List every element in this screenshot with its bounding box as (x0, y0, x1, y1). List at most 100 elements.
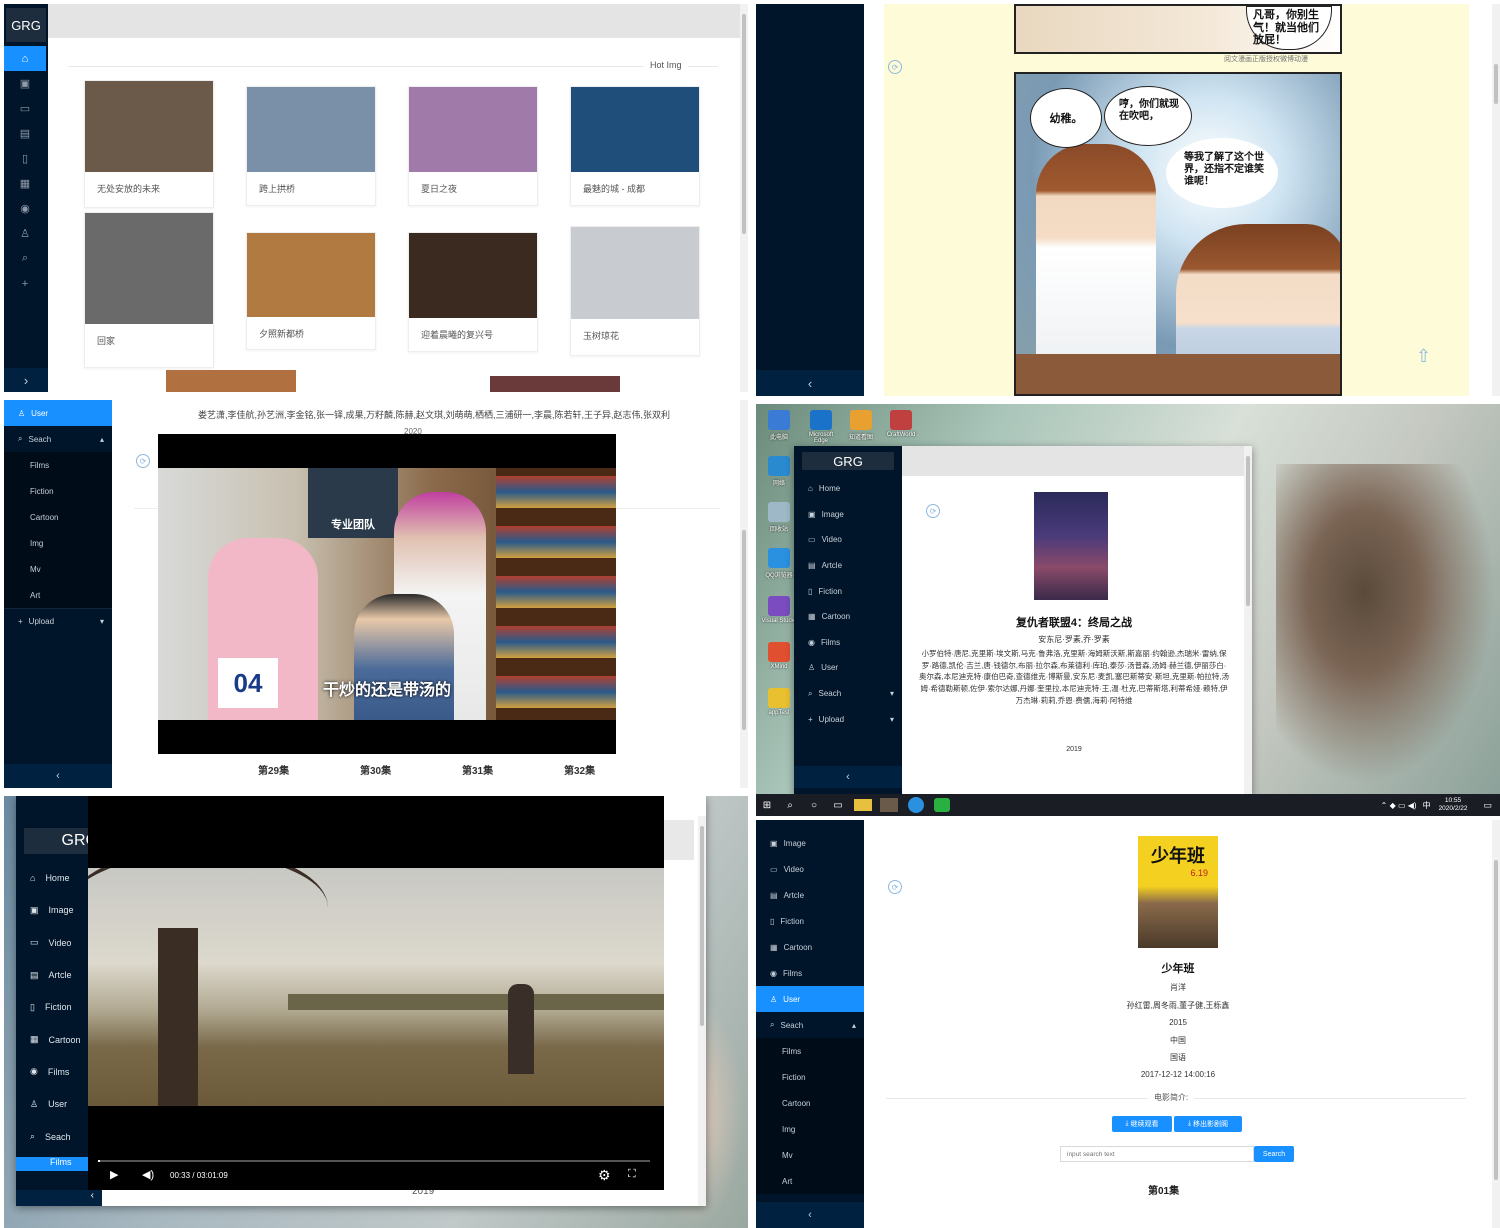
nav-home[interactable]: ⌂ (4, 46, 46, 71)
refresh-icon[interactable]: ⟳ (888, 60, 902, 74)
menu-item-films[interactable]: ◉ Films (756, 960, 864, 986)
image-thumb-partial[interactable] (166, 370, 296, 392)
desktop-shortcut-icon[interactable] (850, 410, 872, 430)
task-view-icon[interactable]: ▭ (826, 800, 850, 811)
collapse-button[interactable]: ‹ (756, 1202, 864, 1228)
submenu-item-mv[interactable]: Mv (4, 556, 112, 582)
menu-item-upload[interactable]: + Upload ▾ (794, 706, 902, 732)
image-card[interactable]: 迎着晨曦的复兴号 (408, 232, 538, 352)
progress-track[interactable] (98, 1160, 650, 1162)
menu-item-artcle[interactable]: ▤ Artcle (794, 553, 902, 579)
remove-button[interactable]: ⤓ 移出影剧阁 (1174, 1116, 1242, 1132)
video-frame[interactable]: 专业团队 04 干炒的还是带汤的 (158, 434, 616, 754)
menu-item-image[interactable]: ▣ Image (794, 502, 902, 528)
start-icon[interactable]: ⊞ (756, 800, 778, 811)
brand-logo[interactable]: GRG (6, 8, 46, 42)
submenu-item-cartoon[interactable]: Cartoon (756, 1090, 864, 1116)
nav-plus[interactable]: + (4, 271, 46, 296)
desktop-shortcut-icon[interactable] (768, 688, 790, 708)
menu-item-video[interactable]: ▭ Video (794, 527, 902, 553)
collapse-button[interactable]: ‹ (794, 766, 902, 788)
nav-video[interactable]: ▭ (4, 96, 46, 121)
submenu-item-art[interactable]: Art (4, 582, 112, 608)
video-player[interactable]: ▶ ◀) 00:33 / 03:01:09 ⚙ ⛶ (88, 796, 664, 1190)
app-icon[interactable] (880, 798, 898, 812)
image-thumb-partial[interactable] (490, 376, 620, 392)
menu-item-fiction[interactable]: ▯ Fiction (756, 908, 864, 934)
scrollbar[interactable] (740, 4, 748, 392)
desktop-shortcut-icon[interactable] (768, 502, 790, 522)
settings-icon[interactable]: ⚙ (598, 1167, 611, 1184)
submenu-item-films[interactable]: Films (4, 452, 112, 478)
desktop-shortcut-icon[interactable] (768, 596, 790, 616)
fullscreen-icon[interactable]: ⛶ (628, 1168, 636, 1181)
submenu-item-cartoon[interactable]: Cartoon (4, 504, 112, 530)
menu-item-video[interactable]: ▭ Video (756, 856, 864, 882)
refresh-icon[interactable]: ⟳ (926, 504, 940, 518)
nav-article[interactable]: ▤ (4, 121, 46, 146)
image-card[interactable]: 夏日之夜 (408, 86, 538, 206)
desktop-shortcut-icon[interactable] (890, 410, 912, 430)
image-card[interactable]: 跨上拱桥 (246, 86, 376, 206)
continue-watching-button[interactable]: ⤓ 继续观看 (1112, 1116, 1172, 1132)
submenu-item-img[interactable]: Img (4, 530, 112, 556)
image-card[interactable]: 最魅的城 - 成都 (570, 86, 700, 206)
refresh-icon[interactable]: ⟳ (888, 880, 902, 894)
episode-link[interactable]: 第31集 (462, 762, 493, 777)
submenu-item-img[interactable]: Img (756, 1116, 864, 1142)
submenu-item-fiction[interactable]: Fiction (756, 1064, 864, 1090)
episode-link[interactable]: 第29集 (258, 762, 289, 777)
episode-link[interactable]: 第30集 (360, 762, 391, 777)
search-icon[interactable]: ⌕ (778, 800, 802, 811)
menu-item-artcle[interactable]: ▤ Artcle (756, 882, 864, 908)
image-card[interactable]: 无处安放的未来 (84, 80, 214, 208)
submenu-item-fiction[interactable]: Fiction (4, 478, 112, 504)
brand-logo[interactable]: GRG (802, 452, 894, 470)
nav-cartoon[interactable]: ▦ (4, 171, 46, 196)
volume-icon[interactable]: ◀) (142, 1168, 154, 1181)
ime-indicator[interactable]: 中 (1423, 800, 1431, 811)
scrollbar[interactable] (1492, 820, 1500, 1228)
menu-item-image[interactable]: ▣ Image (756, 830, 864, 856)
menu-item-seach[interactable]: ⌕ Seach ▾ (794, 681, 902, 707)
submenu-item-films[interactable]: Films (756, 1038, 864, 1064)
image-card[interactable]: 夕照新都桥 (246, 232, 376, 350)
submenu-item-art[interactable]: Art (756, 1168, 864, 1194)
menu-item-seach[interactable]: ⌕ Seach ▴ (756, 1012, 864, 1038)
browser-icon[interactable] (908, 797, 924, 813)
menu-item-films[interactable]: ◉ Films (794, 630, 902, 656)
play-icon[interactable]: ▶ (110, 1168, 118, 1181)
episode-link[interactable]: 第32集 (564, 762, 595, 777)
desktop-shortcut-icon[interactable] (768, 410, 790, 430)
collapse-button[interactable]: ‹ (16, 1190, 102, 1206)
menu-item-cartoon[interactable]: ▦ Cartoon (794, 604, 902, 630)
menu-item-user[interactable]: ♙ User (756, 986, 864, 1012)
episode-label[interactable]: 第01集 (1148, 1182, 1179, 1197)
wechat-icon[interactable] (934, 798, 950, 812)
desktop-shortcut-icon[interactable] (768, 456, 790, 476)
menu-item-upload[interactable]: + Upload ▾ (4, 608, 112, 634)
nav-films[interactable]: ◉ (4, 196, 46, 221)
scrollbar[interactable] (1244, 446, 1252, 796)
tray-icons[interactable]: ⌃ ◆ ▭ ◀) (1381, 801, 1417, 810)
refresh-icon[interactable]: ⟳ (136, 454, 150, 468)
scrollbar[interactable] (740, 400, 748, 788)
nav-image[interactable]: ▣ (4, 71, 46, 96)
scrollbar[interactable] (1492, 4, 1500, 396)
menu-item-user[interactable]: ♙ User (794, 655, 902, 681)
nav-user[interactable]: ♙ (4, 221, 46, 246)
image-card[interactable]: 玉树琼花 (570, 226, 700, 356)
expand-button[interactable]: › (4, 368, 48, 392)
nav-search[interactable]: ⌕ (4, 246, 46, 271)
menu-item-cartoon[interactable]: ▦ Cartoon (756, 934, 864, 960)
submenu-item-mv[interactable]: Mv (756, 1142, 864, 1168)
desktop-shortcut-icon[interactable] (810, 410, 832, 430)
search-button[interactable]: Search (1254, 1146, 1294, 1162)
clock[interactable]: 10:55 2020/2/22 (1439, 797, 1468, 813)
menu-item-seach[interactable]: ⌕ Seach ▴ (4, 426, 112, 452)
notification-icon[interactable]: ▭ (1483, 800, 1492, 811)
cortana-icon[interactable]: ○ (802, 800, 826, 811)
scrollbar[interactable] (698, 816, 706, 1206)
file-explorer-icon[interactable] (854, 799, 872, 811)
search-input[interactable] (1060, 1146, 1254, 1162)
